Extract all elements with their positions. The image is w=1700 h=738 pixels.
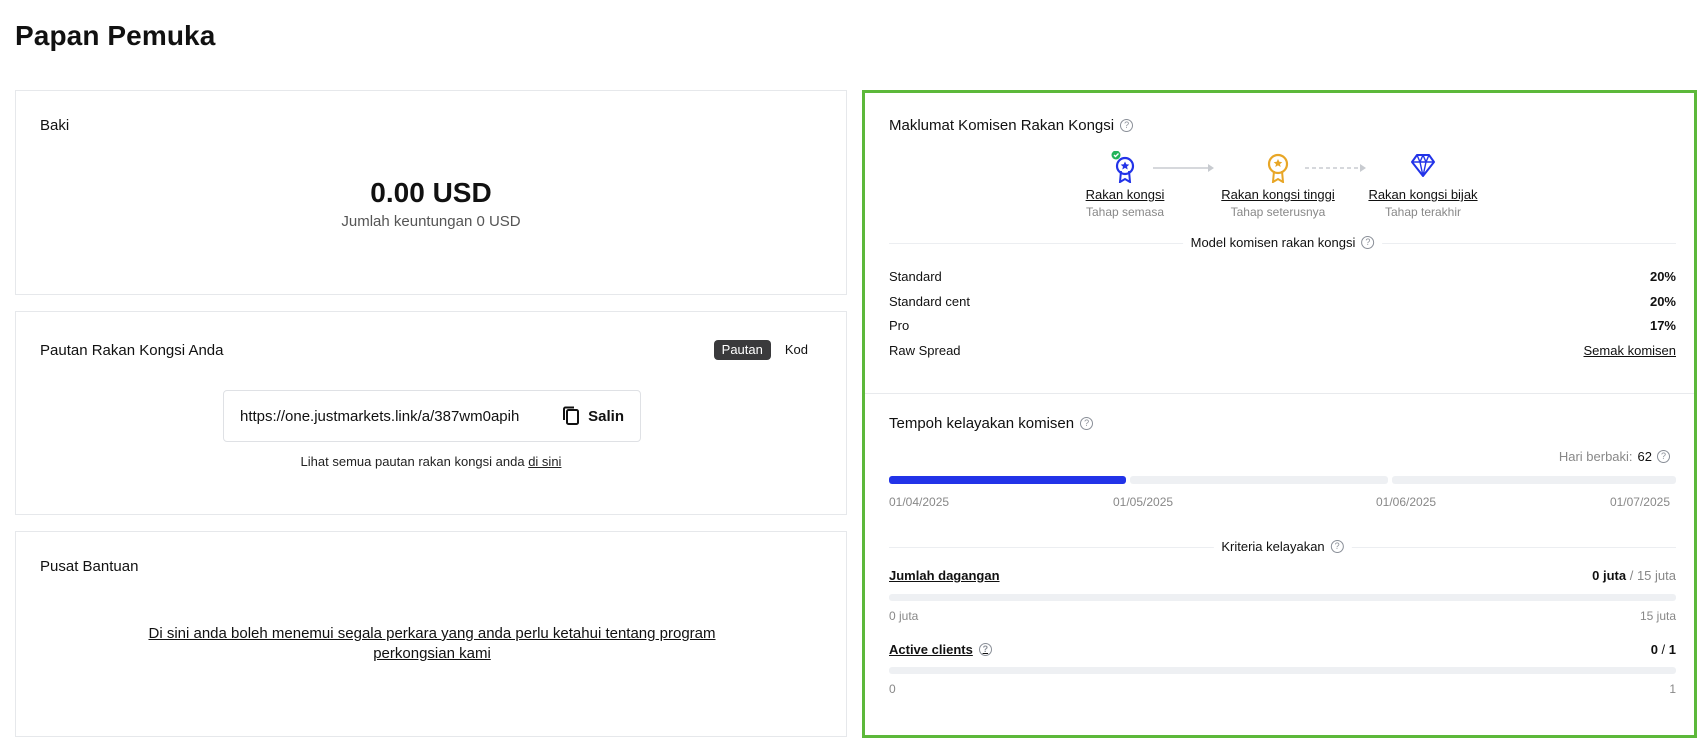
period-date: 01/05/2025 [1113,495,1174,509]
toggle-code[interactable]: Kod [777,340,816,360]
partner-link-title: Pautan Rakan Kongsi Anda [40,342,224,359]
all-links-note-text: Lihat semua pautan rakan kongsi anda [300,454,529,469]
partner-link-card: Pautan Rakan Kongsi Anda Pautan Kod http… [15,311,847,515]
criterion-separator: / [1657,642,1669,657]
arrow-solid-icon [1153,164,1214,172]
link-code-toggle: Pautan Kod [713,340,816,360]
commission-value: 20% [1649,293,1676,309]
help-icon[interactable]: ? [1120,119,1134,132]
copy-icon [563,406,580,425]
account-type: Standard [889,269,942,284]
eligibility-title: Tempoh kelayakan komisen ? [889,415,1094,432]
commission-value: 20% [1649,269,1676,284]
diamond-icon [1411,154,1435,177]
criterion-name[interactable]: Active clients? [889,642,992,657]
days-left-label: Hari berbaki: [1558,449,1633,464]
criterion-range: 0 1 [889,682,1676,696]
period-date: 01/04/2025 [889,495,950,509]
account-type: Raw Spread [889,342,961,358]
commission-row: Standard 20% [889,269,1676,294]
tier-stage: Tahap semasa [1085,205,1165,219]
criterion-range: 0 juta 15 juta [889,609,1676,623]
tier-smart-partner[interactable]: Rakan kongsi bijak Tahap terakhir [1363,187,1483,219]
account-type: Standard cent [889,293,970,309]
partner-link-url[interactable]: https://one.justmarkets.link/a/387wm0api… [240,408,562,425]
criterion-trading-volume: Jumlah dagangan 0 juta / 15 juta [889,568,1676,583]
criterion-current: 0 juta [1592,568,1627,583]
section-divider [865,393,1694,394]
criteria-label: Kriteria kelayakan [1221,539,1325,554]
eligibility-title-text: Tempoh kelayakan komisen [889,415,1075,432]
page-title: Papan Pemuka [15,20,216,51]
copy-button[interactable]: Salin [562,406,624,426]
all-links-here-link[interactable]: di sini [528,454,561,469]
criterion-current: 0 [1650,642,1658,657]
criterion-target: 1 [1668,642,1676,657]
commission-row: Standard cent 20% [889,294,1676,319]
tier-name: Rakan kongsi [1085,187,1165,202]
period-date: 01/07/2025 [1609,495,1670,509]
progress-segment [1392,476,1676,484]
criterion-name[interactable]: Jumlah dagangan [889,568,1000,583]
arrow-dashed-icon [1305,164,1366,172]
criterion-value: 0 juta / 15 juta [1592,568,1676,583]
progress-fill [889,476,1126,484]
commission-panel: Maklumat Komisen Rakan Kongsi ? Rakan ko… [862,90,1697,738]
eligibility-progress [889,476,1676,484]
criteria-divider: Kriteria kelayakan ? [889,539,1676,555]
balance-card: Baki 0.00 USD Jumlah keuntungan 0 USD [15,90,847,295]
criterion-max: 1 [1669,682,1676,696]
check-commission-link[interactable]: Semak komisen [1584,343,1676,368]
total-profit: Jumlah keuntungan 0 USD [341,213,521,230]
tier-stage: Tahap terakhir [1384,205,1462,219]
criterion-separator: / [1626,568,1637,583]
commission-model-label: Model komisen rakan kongsi [1190,235,1356,250]
help-center-card: Pusat Bantuan Di sini anda boleh menemui… [15,531,847,737]
balance-title: Baki [40,117,70,134]
commission-table: Standard 20% Standard cent 20% Pro 17% R… [889,269,1676,367]
help-icon[interactable]: ? [1361,236,1375,249]
tier-name: Rakan kongsi bijak [1368,187,1478,202]
blue-medal-icon [1111,151,1135,183]
commission-model-divider: Model komisen rakan kongsi ? [889,235,1676,251]
help-center-title: Pusat Bantuan [40,558,139,575]
progress-segment [889,476,1126,484]
criterion-name-text: Active clients [889,642,973,657]
balance-amount: 0.00 USD [370,177,492,208]
help-icon[interactable]: ? [1330,540,1344,553]
progress-segment [1130,476,1388,484]
tier-partner[interactable]: Rakan kongsi Tahap semasa [1075,187,1175,219]
all-links-note: Lihat semua pautan rakan kongsi anda di … [16,454,846,469]
criterion-progress-bar [889,667,1676,674]
criterion-min: 0 juta [889,609,919,623]
help-icon[interactable]: ? [1657,450,1670,463]
criterion-target: 15 juta [1636,568,1676,583]
commission-info-title: Maklumat Komisen Rakan Kongsi ? [889,117,1134,134]
commission-row: Pro 17% [889,318,1676,343]
help-center-link[interactable]: Di sini anda boleh menemui segala perkar… [116,624,748,664]
copy-label: Salin [588,407,624,425]
gold-medal-icon [1267,153,1289,183]
criterion-value: 0 / 1 [1651,642,1676,657]
tier-high-partner[interactable]: Rakan kongsi tinggi Tahap seterusnya [1215,187,1341,219]
help-icon[interactable]: ? [1080,417,1094,430]
days-left-value: 62 [1637,449,1652,464]
criterion-progress-bar [889,594,1676,601]
partner-link-box: https://one.justmarkets.link/a/387wm0api… [223,390,641,442]
commission-row: Raw Spread Semak komisen [889,343,1676,368]
help-icon[interactable]: ? [978,643,992,656]
account-type: Pro [889,318,910,333]
tier-progression: Rakan kongsi Tahap semasa Rakan kongsi t… [865,151,1694,221]
commission-info-title-text: Maklumat Komisen Rakan Kongsi [889,117,1115,134]
period-date: 01/06/2025 [1376,495,1437,509]
tier-name: Rakan kongsi tinggi [1221,187,1335,202]
criterion-active-clients: Active clients? 0 / 1 [889,642,1676,657]
criterion-min: 0 [889,682,896,696]
commission-value: 17% [1649,318,1676,333]
criterion-max: 15 juta [1639,609,1676,623]
tier-stage: Tahap seterusnya [1230,205,1326,219]
toggle-link[interactable]: Pautan [713,340,771,360]
days-left: Hari berbaki: 62 ? [1559,449,1670,464]
